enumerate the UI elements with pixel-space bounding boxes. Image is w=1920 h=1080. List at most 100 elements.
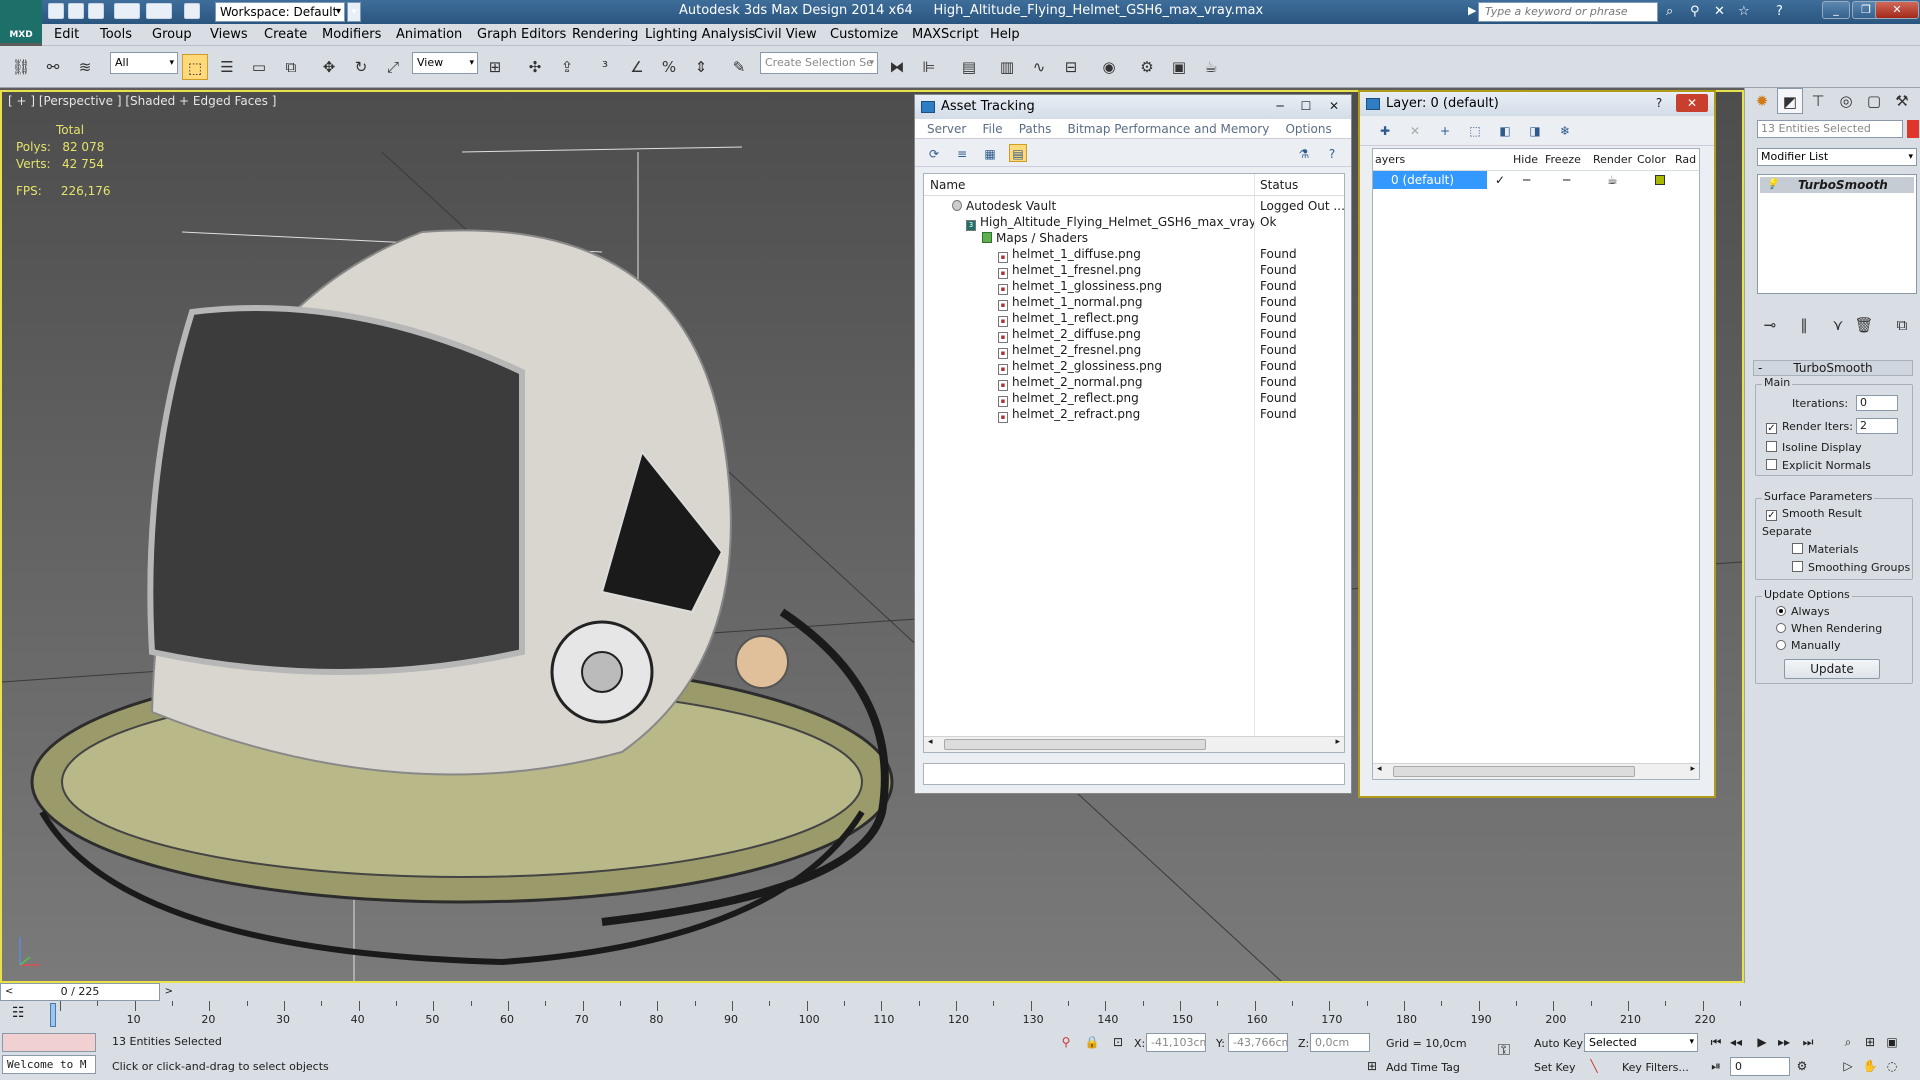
rectangular-selection-icon[interactable]: ▭ [246,54,272,80]
align-icon[interactable]: ⊫ [916,54,942,80]
asset-tracking-minimize-button[interactable]: ─ [1269,97,1291,115]
asset-row[interactable]: ▪ helmet_2_glossiness.png Found [924,358,1344,375]
menu-maxscript[interactable]: MAXScript [912,27,979,42]
utilities-tab-icon[interactable]: ⚒ [1889,88,1915,114]
smooth-result-option[interactable]: ✓ Smooth Result [1766,507,1862,521]
y-coordinate-field[interactable]: -43,766cm [1228,1033,1288,1052]
menu-group[interactable]: Group [152,27,192,42]
menu-modifiers[interactable]: Modifiers [322,27,381,42]
absolute-mode-transform-icon[interactable]: ⊡ [1108,1033,1128,1051]
asset-tracking-window[interactable]: Asset Tracking ─ ☐ ✕ Server File Paths B… [914,94,1352,794]
help-search-input[interactable]: Type a keyword or phrase [1478,2,1658,22]
asset-menu-paths[interactable]: Paths [1019,122,1052,136]
x-coordinate-field[interactable]: -41,103cm [1146,1033,1206,1052]
update-always-option[interactable]: Always [1776,605,1830,618]
select-and-link-icon[interactable]: ⛓ [8,54,34,80]
render-iters-option[interactable]: ✓ Render Iters: [1766,420,1853,434]
hide-all-layers-icon[interactable]: ◨ [1526,121,1544,139]
refresh-icon[interactable]: ⟳ [925,144,943,162]
layer-scrollbar-thumb[interactable] [1393,766,1635,777]
modify-tab-icon[interactable]: ◩ [1777,88,1803,114]
selection-filter-dropdown[interactable]: All [110,52,178,74]
explicit-normals-option[interactable]: Explicit Normals [1766,459,1871,472]
rollout-collapse-icon[interactable]: - [1758,361,1762,375]
angle-snap-icon[interactable]: ∠ [624,54,650,80]
save-file-icon[interactable] [88,3,104,19]
pin-stack-icon[interactable]: ⊸ [1757,312,1783,338]
update-always-radio[interactable] [1776,606,1786,616]
minimize-button[interactable]: _ [1822,1,1850,19]
asset-row[interactable]: ▪ helmet_2_refract.png Found [924,406,1344,423]
menu-civil-view[interactable]: Civil View [754,27,817,42]
snaps-toggle-icon[interactable]: ³ [592,54,618,80]
layer-freeze-toggle[interactable]: ─ [1563,171,1570,189]
asset-row[interactable]: ▪ helmet_1_diffuse.png Found [924,246,1344,263]
asset-menu-file[interactable]: File [983,122,1003,136]
asset-row-scene-file[interactable]: 3 High_Altitude_Flying_Helmet_GSH6_max_vr… [924,214,1344,231]
mirror-icon[interactable]: ⧓ [884,54,910,80]
zoom-extents-icon[interactable]: ▣ [1882,1033,1902,1051]
maxscript-listener[interactable]: Welcome to M [2,1055,96,1074]
smoothing-groups-checkbox[interactable] [1792,561,1803,572]
open-mini-curve-editor-icon[interactable]: ☷ [12,1005,25,1021]
rotate-icon[interactable]: ↻ [348,54,374,80]
layer-manager-window[interactable]: Layer: 0 (default) ? ✕ ✚ ✕ + ⬚ ◧ ◨ ❄ aye… [1358,90,1716,798]
current-layer-check-icon[interactable]: ✓ [1495,171,1505,189]
time-tag-icon[interactable]: ⊞ [1362,1057,1382,1075]
app-logo[interactable]: MXD [0,0,42,43]
current-frame-field[interactable]: 0 [1730,1057,1790,1076]
unlink-icon[interactable]: ⚯ [40,54,66,80]
asset-tracking-close-button[interactable]: ✕ [1323,97,1345,115]
modifier-bulb-icon[interactable]: 💡 [1766,177,1778,193]
reference-coordinate-dropdown[interactable]: View [412,52,478,74]
slider-prev-icon[interactable]: < [5,984,13,1000]
help-icon[interactable]: ? [1776,4,1783,19]
asset-row[interactable]: ▪ helmet_1_glossiness.png Found [924,278,1344,295]
isoline-display-option[interactable]: Isoline Display [1766,441,1862,454]
hierarchy-tab-icon[interactable]: ⊤ [1805,88,1831,114]
redo-icon[interactable] [146,3,172,19]
smoothing-groups-option[interactable]: Smoothing Groups [1792,561,1910,574]
key-mode-toggle-icon[interactable]: ⏯ [1706,1057,1726,1075]
materials-checkbox[interactable] [1792,543,1803,554]
display-tab-icon[interactable]: ▢ [1861,88,1887,114]
scrollbar-thumb[interactable] [944,739,1206,750]
key-filters-button[interactable]: Key Filters... [1622,1061,1689,1074]
column-header-name[interactable]: Name [930,174,965,196]
column-header-radiosity[interactable]: Rad [1675,149,1696,171]
column-header-color[interactable]: Color [1637,149,1666,171]
vault-connect-icon[interactable]: ⚗ [1295,144,1313,162]
curve-editor-icon[interactable]: ∿ [1026,54,1052,80]
expand-arrow-icon[interactable]: ▶ [1468,4,1476,17]
table-view-icon[interactable]: ▤ [1009,144,1027,162]
orbit-icon[interactable]: ◌ [1882,1057,1902,1075]
layer-close-button[interactable]: ✕ [1676,94,1708,112]
delete-layer-icon[interactable]: ✕ [1406,121,1424,139]
zoom-all-icon[interactable]: ⊞ [1860,1033,1880,1051]
select-manipulate-icon[interactable]: ✣ [522,54,548,80]
pivot-center-icon[interactable]: ⊞ [482,54,508,80]
asset-list[interactable]: Name Status Autodesk Vault Logged Out ..… [923,173,1345,753]
spinner-snap-icon[interactable]: ⇕ [688,54,714,80]
next-frame-icon[interactable]: ▸▸ [1774,1033,1794,1051]
column-header-render[interactable]: Render [1593,149,1632,171]
asset-menu-options[interactable]: Options [1285,122,1331,136]
asset-row[interactable]: ▪ helmet_2_diffuse.png Found [924,326,1344,343]
menu-animation[interactable]: Animation [396,27,462,42]
render-production-icon[interactable]: ☕ [1198,54,1224,80]
scroll-left-icon[interactable]: ◂ [928,737,933,747]
menu-rendering[interactable]: Rendering [572,27,638,42]
update-when-rendering-radio[interactable] [1776,623,1786,633]
selection-lock-icon[interactable]: 🔒 [1082,1033,1102,1051]
window-crossing-icon[interactable]: ⧉ [278,54,304,80]
named-selection-set-dropdown[interactable]: Create Selection Se [760,52,878,74]
asset-list-horizontal-scrollbar[interactable]: ◂ ▸ [924,736,1344,752]
graphite-ribbon-icon[interactable]: ▥ [994,54,1020,80]
scale-icon[interactable]: ⤢ [380,54,406,80]
explicit-normals-checkbox[interactable] [1766,459,1777,470]
select-object-icon[interactable]: ⬚ [182,54,208,80]
materials-option[interactable]: Materials [1792,543,1858,556]
percent-snap-icon[interactable]: % [656,54,682,80]
menu-customize[interactable]: Customize [830,27,898,42]
workspace-menu-button[interactable]: ▾ [347,2,361,22]
